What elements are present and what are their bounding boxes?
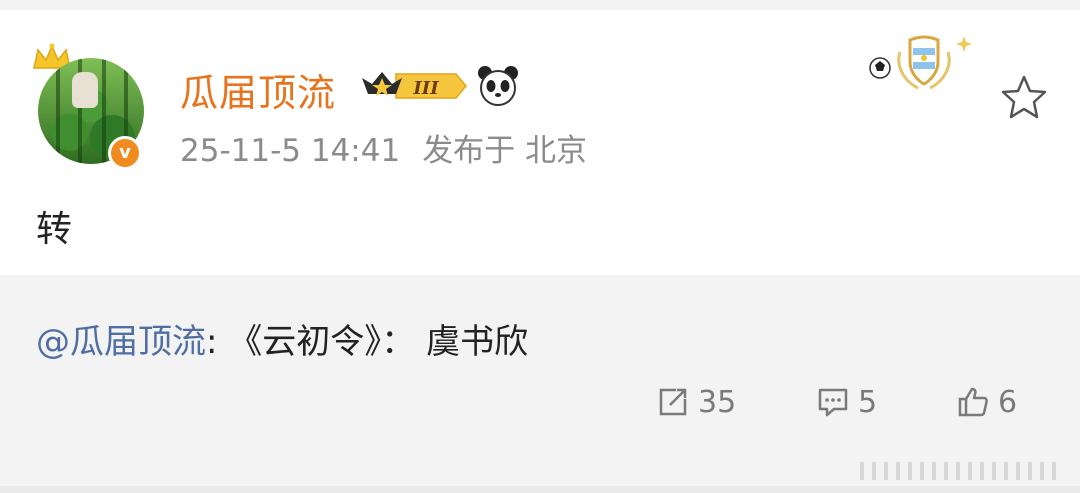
post-meta: 25-11-5 14:41 发布于 北京 bbox=[180, 125, 587, 170]
quoted-content: : 《云初令》： 虞书欣 bbox=[206, 322, 529, 362]
quoted-text: @瓜届顶流: 《云初令》： 虞书欣 bbox=[36, 314, 528, 363]
bottom-divider bbox=[0, 486, 1080, 493]
post-card: v 瓜届顶流 III 25-11-5 14:41 发布于 北京 转 bbox=[0, 10, 1080, 275]
like-count: 6 bbox=[998, 384, 1018, 420]
post-timestamp: 25-11-5 14:41 bbox=[180, 133, 401, 169]
username[interactable]: 瓜届顶流 bbox=[180, 62, 336, 117]
quoted-post[interactable]: @瓜届顶流: 《云初令》： 虞书欣 35 5 6 bbox=[0, 296, 1080, 454]
repost-count: 35 bbox=[698, 384, 737, 420]
level-label: III bbox=[412, 78, 439, 99]
watermark bbox=[860, 462, 1056, 480]
comment-count: 5 bbox=[858, 384, 878, 420]
verified-v-icon: v bbox=[108, 136, 142, 170]
post-location: 发布于 北京 bbox=[422, 133, 588, 169]
mention-link[interactable]: @瓜届顶流 bbox=[36, 322, 206, 362]
post-text: 转 bbox=[36, 209, 73, 250]
like-button[interactable]: 6 bbox=[956, 382, 1017, 422]
panda-icon bbox=[478, 66, 518, 106]
avatar[interactable]: v bbox=[30, 42, 148, 170]
like-icon bbox=[958, 387, 988, 417]
star-icon[interactable] bbox=[1000, 74, 1048, 120]
football-medal-icon[interactable] bbox=[866, 30, 976, 100]
quote-pointer bbox=[66, 276, 102, 296]
comment-button[interactable]: 5 bbox=[816, 382, 877, 422]
comment-icon bbox=[818, 388, 848, 417]
repost-icon bbox=[659, 388, 687, 416]
level-badge-icon[interactable]: III bbox=[356, 64, 472, 108]
repost-button[interactable]: 35 bbox=[656, 382, 736, 422]
